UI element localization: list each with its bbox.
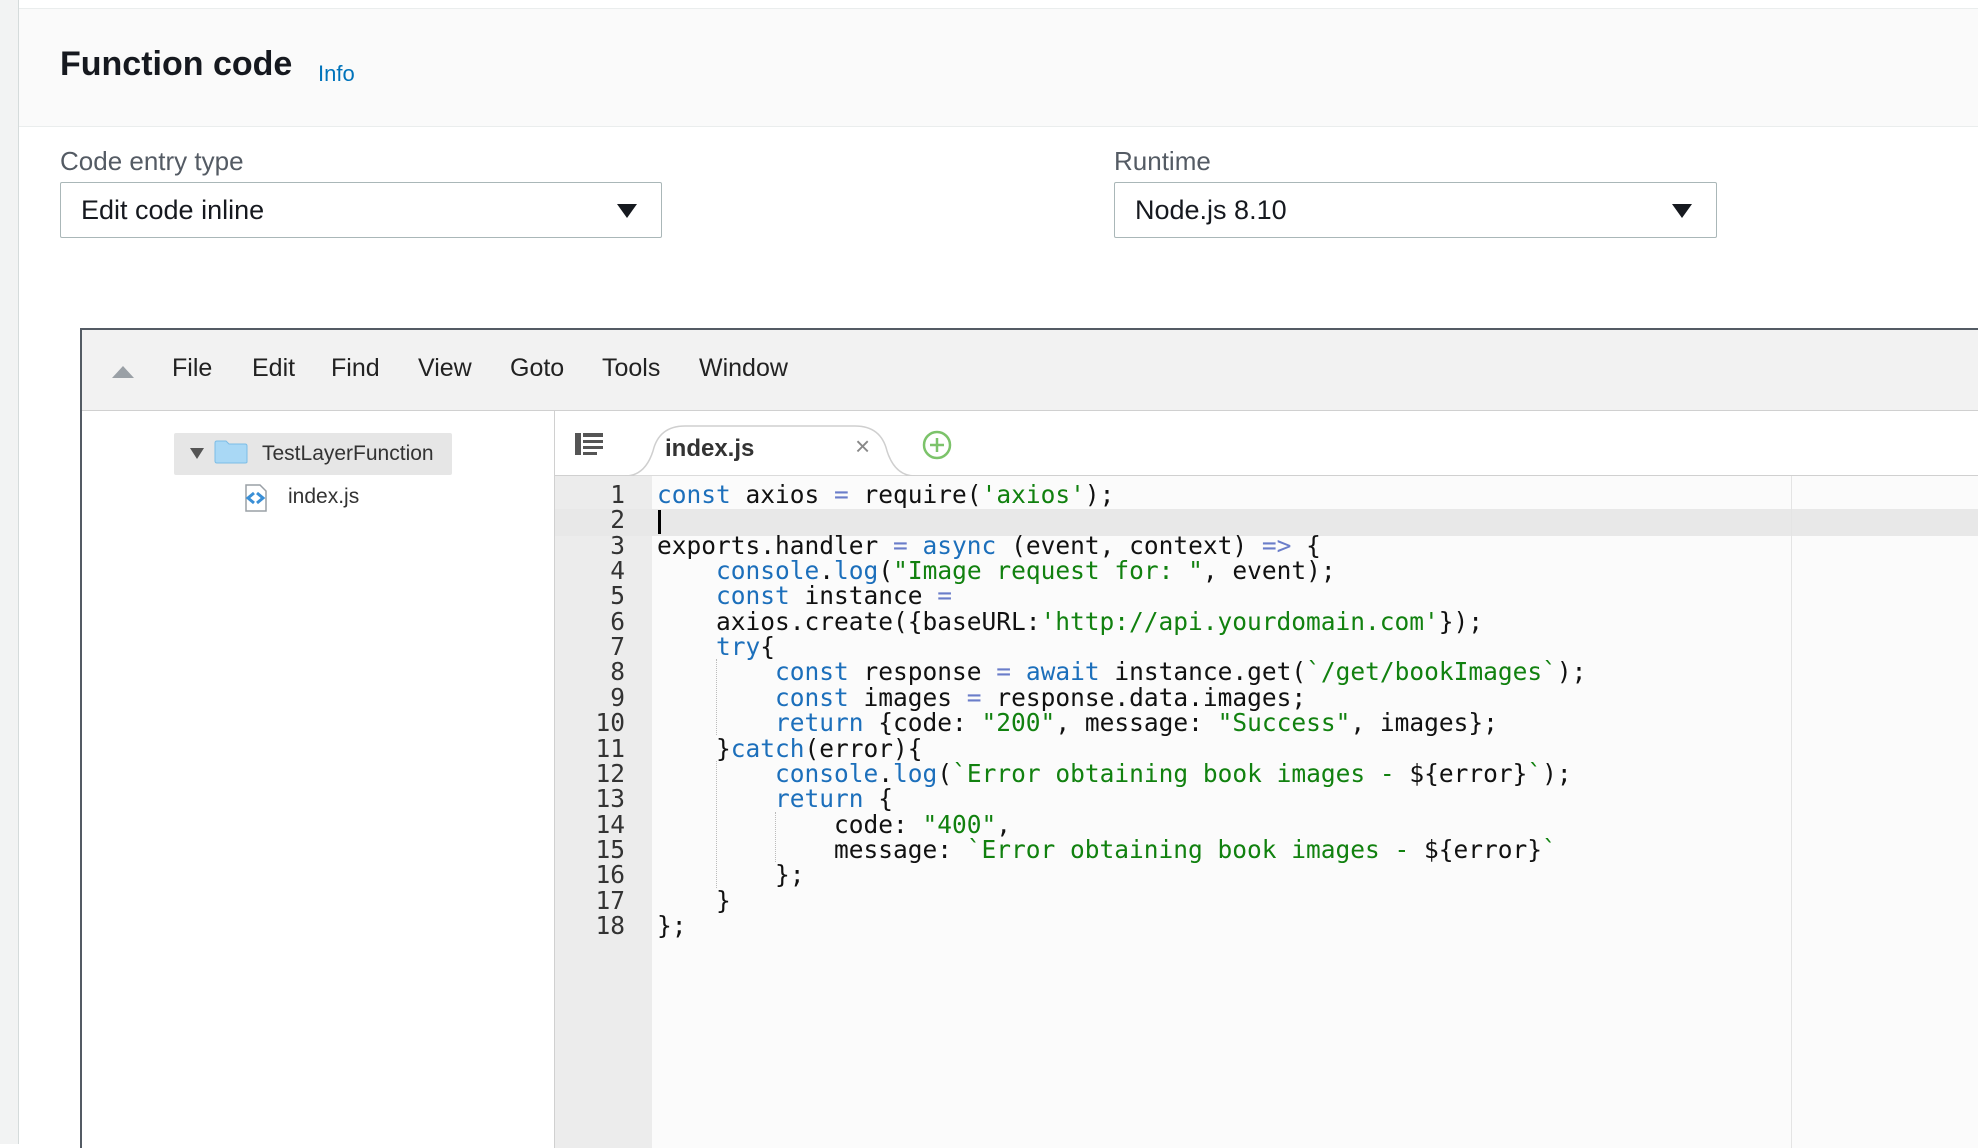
- line-number: 13: [555, 786, 625, 811]
- code-text: const axios = require('axios');: [657, 482, 1114, 507]
- line-number: 2: [555, 507, 625, 532]
- menu-view[interactable]: View: [418, 354, 472, 383]
- line-number: 11: [555, 736, 625, 761]
- menu-goto[interactable]: Goto: [510, 354, 564, 383]
- code-text: axios.create({baseURL:'http://api.yourdo…: [657, 609, 1483, 634]
- menu-find[interactable]: Find: [331, 354, 380, 383]
- code-text: exports.handler = async (event, context)…: [657, 533, 1321, 558]
- code-line: 2: [555, 507, 1978, 532]
- runtime-select[interactable]: Node.js 8.10: [1114, 182, 1717, 238]
- line-number: 14: [555, 812, 625, 837]
- line-number: 1: [555, 482, 625, 507]
- line-number: 8: [555, 659, 625, 684]
- code-entry-type-select[interactable]: Edit code inline: [60, 182, 662, 238]
- js-file-icon: [240, 483, 270, 513]
- code-editor-ide: File Edit Find View Goto Tools Window Te…: [80, 328, 1978, 1148]
- code-text: return {: [657, 786, 893, 811]
- indent-guide: [716, 659, 717, 735]
- info-link[interactable]: Info: [318, 61, 355, 87]
- tree-folder-item[interactable]: TestLayerFunction: [174, 433, 452, 475]
- line-number: 17: [555, 888, 625, 913]
- code-text: const images = response.data.images;: [657, 685, 1306, 710]
- text-cursor: [658, 510, 661, 533]
- line-number: 16: [555, 862, 625, 887]
- code-text: console.log(`Error obtaining book images…: [657, 761, 1572, 786]
- menu-tools[interactable]: Tools: [602, 354, 660, 383]
- add-tab-icon[interactable]: [921, 429, 953, 461]
- code-text: }: [657, 888, 731, 913]
- code-line: 11 }catch(error){: [555, 736, 1978, 761]
- tab-index-js[interactable]: index.js: [665, 435, 754, 463]
- line-number: 7: [555, 634, 625, 659]
- code-line: 17 }: [555, 888, 1978, 913]
- menu-window[interactable]: Window: [699, 354, 788, 383]
- code-line: 12 console.log(`Error obtaining book ima…: [555, 761, 1978, 786]
- code-text: console.log("Image request for: ", event…: [657, 558, 1336, 583]
- runtime-value: Node.js 8.10: [1135, 195, 1287, 226]
- panel-header: Function code Info: [19, 9, 1978, 127]
- code-line: 8 const response = await instance.get(`/…: [555, 659, 1978, 684]
- left-panel-strip: [0, 0, 19, 1144]
- print-margin: [1791, 476, 1792, 1148]
- code-line: 1 const axios = require('axios');: [555, 482, 1978, 507]
- line-number: 15: [555, 837, 625, 862]
- code-line: 18};: [555, 913, 1978, 938]
- line-number: 6: [555, 609, 625, 634]
- editor-area: index.js × 1 const axios = require('axios…: [555, 411, 1978, 1148]
- chevron-down-icon: [190, 448, 204, 459]
- line-number: 10: [555, 710, 625, 735]
- code-text: return {code: "200", message: "Success",…: [657, 710, 1498, 735]
- code-line: 13 return {: [555, 786, 1978, 811]
- code-text: message: `Error obtaining book images - …: [657, 837, 1557, 862]
- tree-file-label: index.js: [288, 485, 359, 509]
- chevron-down-icon: [617, 204, 637, 218]
- code-line: 3 exports.handler = async (event, context…: [555, 533, 1978, 558]
- code-line: 15 message: `Error obtaining book images…: [555, 837, 1978, 862]
- line-number: 3: [555, 533, 625, 558]
- indent-guide: [716, 761, 717, 888]
- code-line: 7 try{: [555, 634, 1978, 659]
- code-text: code: "400",: [657, 812, 1011, 837]
- line-number: 12: [555, 761, 625, 786]
- file-tree: TestLayerFunction index.js: [82, 411, 555, 1148]
- code-lines: 1 const axios = require('axios'); 23 export…: [555, 476, 1978, 1148]
- line-number: 4: [555, 558, 625, 583]
- code-line: 6 axios.create({baseURL:'http://api.your…: [555, 609, 1978, 634]
- code-text: const instance =: [657, 583, 952, 608]
- code-entry-type-label: Code entry type: [60, 146, 244, 177]
- line-number: 18: [555, 913, 625, 938]
- indent-guide: [775, 812, 776, 863]
- code-text: };: [657, 862, 805, 887]
- code-line: 4 console.log("Image request for: ", eve…: [555, 558, 1978, 583]
- tree-file-item[interactable]: index.js: [240, 481, 380, 515]
- runtime-label: Runtime: [1114, 146, 1211, 177]
- code-text: }catch(error){: [657, 736, 923, 761]
- tab-list-icon[interactable]: [575, 431, 605, 457]
- code-line: 5 const instance =: [555, 583, 1978, 608]
- close-icon[interactable]: ×: [855, 431, 870, 462]
- folder-icon: [214, 440, 248, 464]
- line-number: 5: [555, 583, 625, 608]
- menu-file[interactable]: File: [172, 354, 212, 383]
- code-entry-type-value: Edit code inline: [81, 195, 264, 226]
- menu-edit[interactable]: Edit: [252, 354, 295, 383]
- page-title: Function code: [60, 45, 292, 84]
- ide-menubar: File Edit Find View Goto Tools Window: [82, 330, 1978, 411]
- code-text: };: [657, 913, 687, 938]
- line-number: 9: [555, 685, 625, 710]
- code-line: 14 code: "400",: [555, 812, 1978, 837]
- code-line: 16 };: [555, 862, 1978, 887]
- code-text: const response = await instance.get(`/ge…: [657, 659, 1586, 684]
- code-line: 10 return {code: "200", message: "Succes…: [555, 710, 1978, 735]
- code-line: 9 const images = response.data.images;: [555, 685, 1978, 710]
- collapse-icon[interactable]: [112, 366, 134, 378]
- chevron-down-icon: [1672, 204, 1692, 218]
- editor-tabbar: index.js ×: [555, 411, 1978, 476]
- tree-folder-label: TestLayerFunction: [262, 442, 434, 466]
- code-text: try{: [657, 634, 775, 659]
